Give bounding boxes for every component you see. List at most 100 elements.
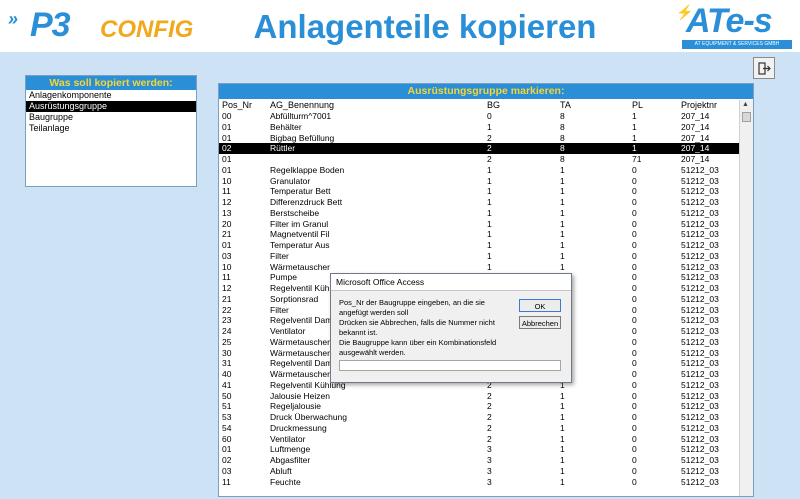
pl-cell: 0 xyxy=(632,207,637,218)
column-header-ta[interactable]: TA xyxy=(560,100,630,111)
table-row[interactable]: 02 Abgasfilter 3 1 0 51212_03 xyxy=(219,455,739,466)
table-row[interactable]: 10 Wärmetauscher 1 1 0 51212_03 xyxy=(219,262,739,273)
pos-nr-cell: 21 xyxy=(222,229,232,240)
pos-nr-cell: 01 xyxy=(222,240,232,250)
ok-button[interactable]: OK xyxy=(519,299,561,312)
bg-cell: 3 xyxy=(487,465,492,476)
dialog-message: Pos_Nr der Baugruppe eingeben, an die si… xyxy=(339,298,511,358)
exit-button[interactable] xyxy=(753,57,775,79)
projektnr-cell: 51212_03 xyxy=(681,229,719,240)
logo-chevron: » xyxy=(8,9,18,29)
scrollbar-thumb[interactable] xyxy=(742,112,751,122)
dialog-title: Microsoft Office Access xyxy=(331,274,571,291)
bg-cell: 1 xyxy=(487,164,492,175)
table-row[interactable]: 12 Differenzdruck Bett 1 1 0 51212_03 xyxy=(219,197,739,208)
copy-type-listbox[interactable]: Was soll kopiert werden: Anlagenkomponen… xyxy=(25,75,197,187)
ta-cell: 1 xyxy=(560,175,565,186)
table-row[interactable]: 03 Filter 1 1 0 51212_03 xyxy=(219,251,739,262)
pos-nr-cell: 11 xyxy=(222,476,231,487)
pl-cell: 0 xyxy=(632,315,637,326)
pos-nr-cell: 02 xyxy=(222,143,232,154)
table-row[interactable]: 53 Druck Überwachung 2 1 0 51212_03 xyxy=(219,412,739,423)
table-row[interactable]: 11 Temperatur Bett 1 1 0 51212_03 xyxy=(219,186,739,197)
ag-benennung-cell: Filter im Granul xyxy=(270,218,329,229)
ta-cell: 1 xyxy=(560,218,565,229)
pos-nr-cell: 31 xyxy=(222,358,232,369)
bg-cell: 1 xyxy=(487,121,492,132)
dialog-message-line: Die Baugruppe kann über ein Kombinations… xyxy=(339,338,497,347)
table-row[interactable]: 01 Luftmenge 3 1 0 51212_03 xyxy=(219,444,739,455)
copy-type-item[interactable]: Ausrüstungsgruppe xyxy=(26,101,196,112)
app-header: » P3 CONFIG Anlagenteile kopieren ⚡ ATe-… xyxy=(0,0,800,52)
pos-nr-cell: 25 xyxy=(222,336,232,347)
dialog-message-line: ausgewählt werden. xyxy=(339,348,406,357)
pl-cell: 0 xyxy=(632,326,637,336)
ag-benennung-cell: Magnetventil Fil xyxy=(270,229,330,240)
pos-nr-cell: 10 xyxy=(222,261,232,272)
table-row[interactable]: 01 Regelklappe Boden 1 1 0 51212_03 xyxy=(219,165,739,176)
dialog-message-line: Pos_Nr der Baugruppe eingeben, an die si… xyxy=(339,298,485,307)
pos-nr-cell: 41 xyxy=(222,379,232,390)
projektnr-cell: 51212_03 xyxy=(681,465,719,476)
table-row[interactable]: 13 Berstscheibe 1 1 0 51212_03 xyxy=(219,208,739,219)
copy-type-item[interactable]: Teilanlage xyxy=(26,123,196,134)
pos-nr-cell: 60 xyxy=(222,433,232,444)
ag-benennung-cell: Granulator xyxy=(270,175,311,186)
pos-nr-cell: 22 xyxy=(222,304,232,315)
pl-cell: 0 xyxy=(632,455,637,465)
projektnr-cell: 51212_03 xyxy=(681,250,719,261)
table-row[interactable]: 01 Bigbag Befüllung 2 8 1 207_14 xyxy=(219,133,739,144)
ag-benennung-cell: Luftmenge xyxy=(270,444,311,455)
pl-cell: 0 xyxy=(632,283,637,293)
ta-cell: 1 xyxy=(560,433,565,444)
scroll-up-icon[interactable]: ▲ xyxy=(742,101,749,108)
table-row[interactable]: 10 Granulator 1 1 0 51212_03 xyxy=(219,176,739,187)
ag-benennung-cell: Rüttler xyxy=(270,143,296,154)
pl-cell: 0 xyxy=(632,197,637,207)
table-row[interactable]: 01 2 8 71 207_14 xyxy=(219,154,739,165)
table-row[interactable]: 50 Jalousie Heizen 2 1 0 51212_03 xyxy=(219,391,739,402)
projektnr-cell: 51212_03 xyxy=(681,412,719,422)
copy-type-item[interactable]: Baugruppe xyxy=(26,112,196,123)
table-row[interactable]: 51 Regeljalousie 2 1 0 51212_03 xyxy=(219,401,739,412)
table-row[interactable]: 54 Druckmessung 2 1 0 51212_03 xyxy=(219,423,739,434)
table-row[interactable]: 11 Feuchte 3 1 0 51212_03 xyxy=(219,477,739,488)
pos-nr-cell: 00 xyxy=(222,111,232,121)
pl-cell: 0 xyxy=(632,444,637,455)
pl-cell: 0 xyxy=(632,304,637,315)
cancel-button[interactable]: Abbrechen xyxy=(519,316,561,329)
pl-cell: 0 xyxy=(632,293,637,304)
bg-cell: 2 xyxy=(487,143,492,154)
ag-benennung-cell: Feuchte xyxy=(270,476,301,487)
table-row[interactable]: 21 Magnetventil Fil 1 1 0 51212_03 xyxy=(219,229,739,240)
pos-nr-cell: 10 xyxy=(222,175,232,186)
table-row[interactable]: 02 Rüttler 2 8 1 207_14 xyxy=(219,143,739,154)
pos-nr-cell: 51 xyxy=(222,401,232,412)
dialog-message-line: angefügt werden soll xyxy=(339,308,409,317)
projektnr-cell: 51212_03 xyxy=(681,175,719,186)
table-row[interactable]: 01 Behälter 1 8 1 207_14 xyxy=(219,122,739,133)
table-row[interactable]: 60 Ventilator 2 1 0 51212_03 xyxy=(219,434,739,445)
column-header-ag-benennung[interactable]: AG_Benennung xyxy=(270,100,485,111)
bg-cell: 2 xyxy=(487,132,492,143)
column-header-bg[interactable]: BG xyxy=(487,100,557,111)
column-header-projektnr[interactable]: Projektnr xyxy=(681,100,737,111)
table-row[interactable]: 01 Temperatur Aus 1 1 0 51212_03 xyxy=(219,240,739,251)
projektnr-cell: 51212_03 xyxy=(681,390,719,401)
column-header-pos-nr[interactable]: Pos_Nr xyxy=(222,100,267,111)
grid-scrollbar[interactable]: ▲ xyxy=(739,100,753,496)
copy-type-item[interactable]: Anlagenkomponente xyxy=(26,90,196,101)
bg-cell: 1 xyxy=(487,250,492,261)
ag-benennung-cell: Behälter xyxy=(270,121,302,132)
table-row[interactable]: 03 Abluft 3 1 0 51212_03 xyxy=(219,466,739,477)
ta-cell: 8 xyxy=(560,154,565,164)
bg-cell: 1 xyxy=(487,218,492,229)
table-row[interactable]: 00 Abfüllturm^7001 0 8 1 207_14 xyxy=(219,111,739,122)
table-row[interactable]: 20 Filter im Granul 1 1 0 51212_03 xyxy=(219,219,739,230)
column-header-pl[interactable]: PL xyxy=(632,100,679,111)
projektnr-cell: 51212_03 xyxy=(681,455,719,465)
pl-cell: 0 xyxy=(632,175,637,186)
pos-nr-input[interactable] xyxy=(339,360,561,371)
projektnr-cell: 51212_03 xyxy=(681,283,719,293)
pl-cell: 0 xyxy=(632,412,637,422)
